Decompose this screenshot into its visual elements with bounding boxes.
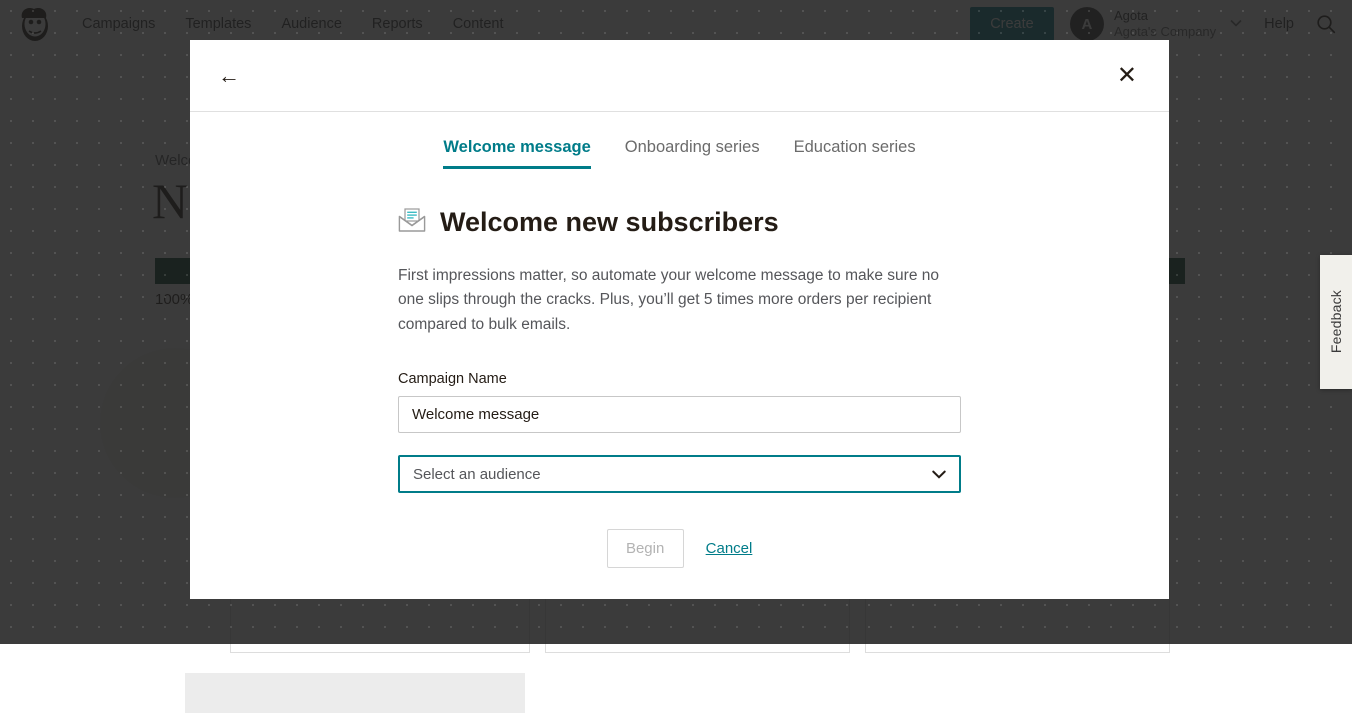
tab-onboarding-series[interactable]: Onboarding series [625, 138, 760, 169]
begin-button[interactable]: Begin [607, 529, 684, 568]
audience-select[interactable]: Select an audience [398, 455, 961, 493]
modal-header: ← ✕ [190, 40, 1169, 112]
intro-paragraph: First impressions matter, so automate yo… [398, 264, 961, 337]
heading-row: Welcome new subscribers [398, 207, 961, 238]
audience-select-value: Select an audience [413, 466, 541, 483]
feedback-tab[interactable]: Feedback [1320, 255, 1352, 389]
page-title: Welcome new subscribers [440, 207, 779, 238]
tab-education-series[interactable]: Education series [794, 138, 916, 169]
cancel-button[interactable]: Cancel [706, 540, 753, 557]
tab-welcome-message[interactable]: Welcome message [443, 138, 590, 169]
modal-content: Welcome new subscribers First impression… [398, 207, 961, 568]
create-campaign-modal: ← ✕ Welcome message Onboarding series Ed… [190, 40, 1169, 599]
campaign-name-label: Campaign Name [398, 371, 961, 387]
modal-body: Welcome message Onboarding series Educat… [190, 112, 1169, 599]
feedback-tab-label: Feedback [1328, 290, 1344, 353]
back-arrow-icon[interactable]: ← [212, 57, 246, 95]
modal-actions: Begin Cancel [398, 529, 961, 568]
close-icon[interactable]: ✕ [1111, 55, 1143, 96]
open-envelope-icon [398, 207, 426, 238]
chevron-down-icon [932, 468, 946, 481]
modal-tabs: Welcome message Onboarding series Educat… [443, 138, 915, 169]
campaign-name-input[interactable] [398, 396, 961, 433]
background-strip [185, 673, 525, 713]
